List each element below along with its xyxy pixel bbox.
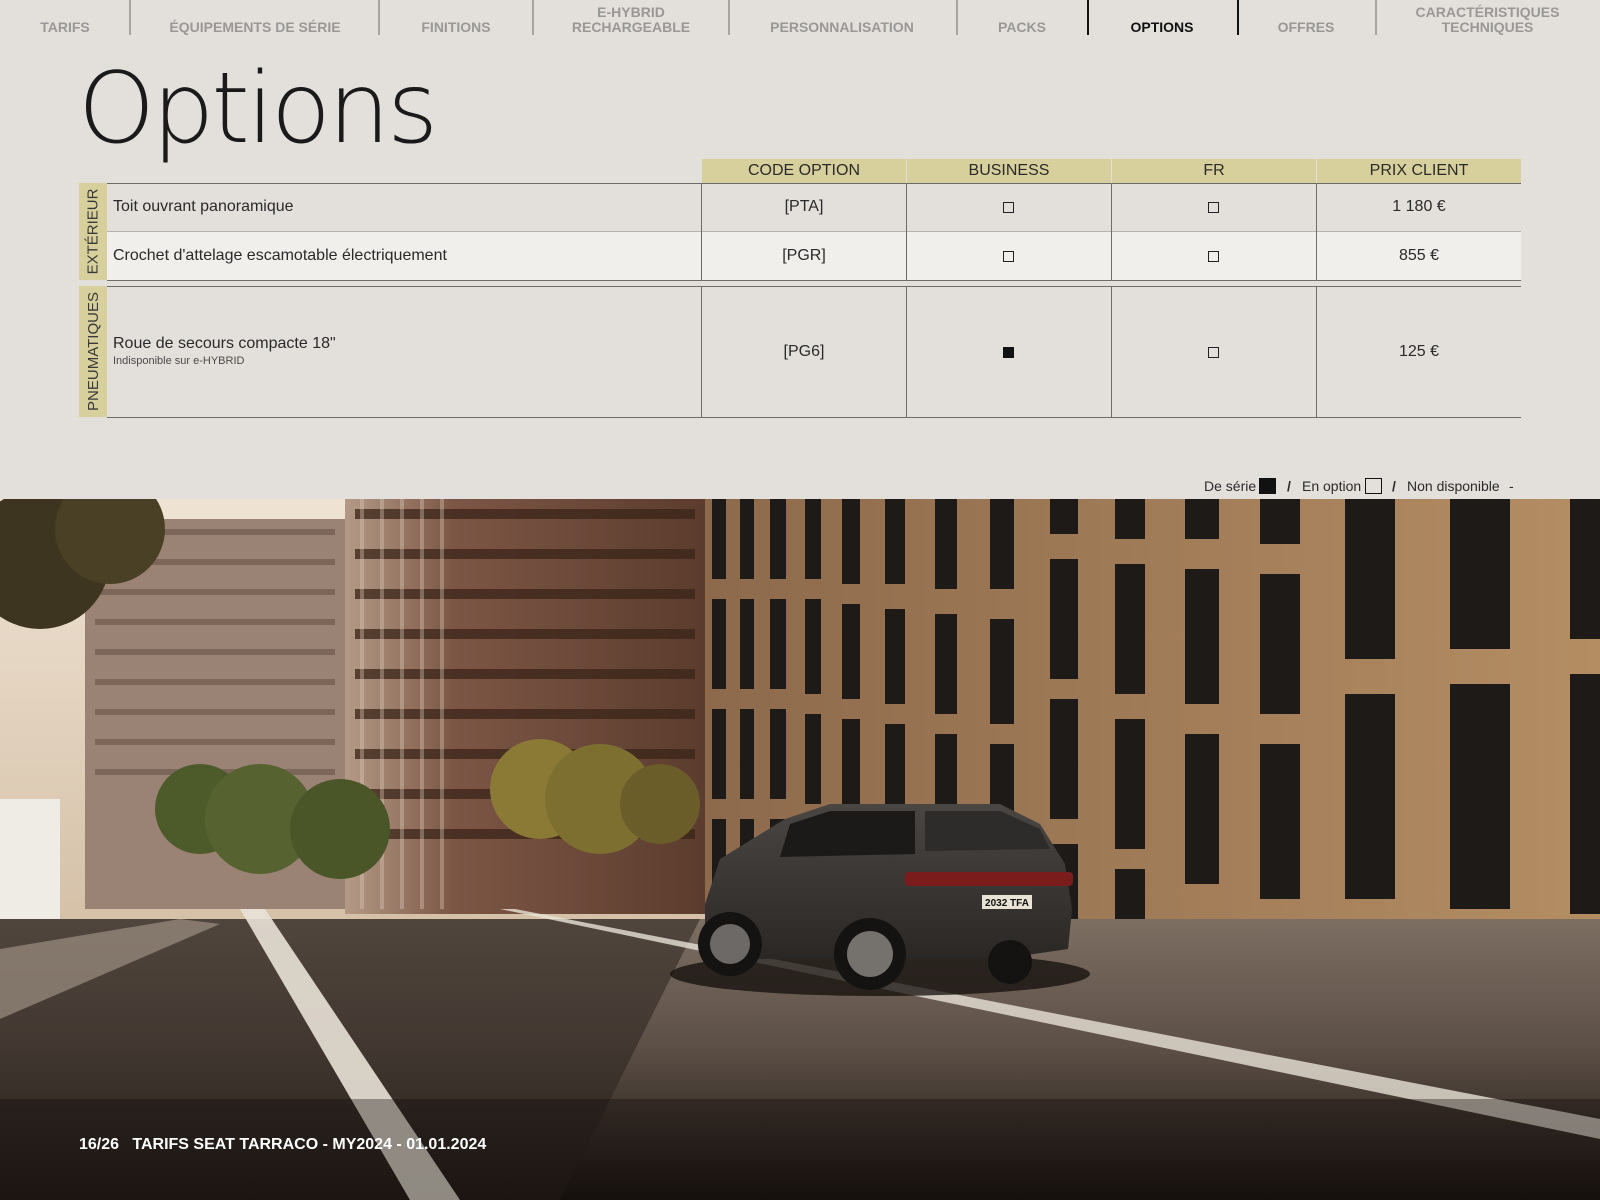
nav-separator — [1375, 0, 1377, 35]
legend-standard: De série — [1204, 478, 1257, 494]
nav-item-tarifs[interactable]: TARIFS — [20, 0, 110, 36]
option-price: 1 180 € — [1392, 198, 1446, 215]
nav-item-label: PACKS — [998, 19, 1046, 35]
option-checkbox-icon — [1208, 202, 1219, 213]
nav-separator — [378, 0, 380, 35]
nav-item-label: FINITIONS — [421, 19, 491, 35]
legend-unavailable-symbol: - — [1509, 478, 1514, 494]
nav-separator — [129, 0, 131, 35]
table-column-rule — [906, 286, 907, 418]
nav-item-label: OFFRES — [1277, 19, 1335, 35]
option-code: [PGR] — [782, 247, 826, 264]
column-header-price: PRIX CLIENT — [1317, 159, 1521, 183]
nav-item-equipements[interactable]: ÉQUIPEMENTS DE SÉRIE — [140, 0, 370, 36]
nav-separator-active — [1237, 0, 1239, 35]
option-checkbox-icon — [1208, 251, 1219, 262]
license-plate-text: 2032 TFA — [985, 898, 1029, 909]
option-checkbox-icon — [1003, 251, 1014, 262]
nav-item-personnalisation[interactable]: PERSONNALISATION — [742, 0, 942, 36]
nav-item-label: ÉQUIPEMENTS DE SÉRIE — [169, 19, 341, 35]
page-title: Options — [78, 52, 438, 166]
option-price: 125 € — [1398, 343, 1440, 360]
nav-item-finitions[interactable]: FINITIONS — [390, 0, 522, 36]
nav-item-caracteristiques[interactable]: CARACTÉRISTIQUES TECHNIQUES — [1385, 0, 1590, 36]
column-header-code: CODE OPTION — [702, 159, 906, 183]
category-tab-exterieur: EXTÉRIEUR — [79, 183, 107, 280]
table-rule — [107, 280, 1521, 281]
category-tab-pneumatiques: PNEUMATIQUES — [79, 286, 107, 417]
nav-item-label: TARIFS — [40, 19, 90, 35]
legend-separator: / — [1392, 478, 1396, 494]
page-footer: 16/26 TARIFS SEAT TARRACO - MY2024 - 01.… — [79, 1136, 486, 1154]
legend-separator: / — [1287, 478, 1291, 494]
nav-item-label: OPTIONS — [1130, 19, 1194, 35]
nav-item-options[interactable]: OPTIONS — [1095, 0, 1229, 36]
legend-option: En option — [1302, 478, 1362, 494]
column-header-business: BUSINESS — [907, 159, 1111, 183]
standard-checkbox-icon — [1003, 347, 1014, 358]
category-label: PNEUMATIQUES — [84, 292, 102, 411]
table-rule — [107, 417, 1521, 418]
nav-item-e-hybrid[interactable]: e-HYBRID RECHARGEABLE — [545, 0, 717, 36]
option-code: [PG6] — [783, 343, 825, 360]
nav-item-label: e-HYBRID RECHARGEABLE — [571, 4, 691, 35]
table-column-rule — [1111, 286, 1112, 418]
table-column-rule — [1111, 183, 1112, 281]
nav-separator — [728, 0, 730, 35]
top-navigation: TARIFS ÉQUIPEMENTS DE SÉRIE FINITIONS e-… — [0, 0, 1600, 36]
nav-item-offres[interactable]: OFFRES — [1246, 0, 1366, 36]
option-label: Toit ouvrant panoramique — [113, 198, 294, 215]
nav-item-label: PERSONNALISATION — [770, 19, 914, 35]
nav-item-label: CARACTÉRISTIQUES TECHNIQUES — [1415, 4, 1560, 35]
document-title: TARIFS SEAT TARRACO - MY2024 - 01.01.202… — [132, 1136, 487, 1153]
nav-separator-active — [1087, 0, 1089, 35]
city-street-scene: 2032 TFA — [0, 499, 1600, 1200]
nav-item-packs[interactable]: PACKS — [965, 0, 1079, 36]
option-label: Roue de secours compacte 18" — [113, 335, 336, 352]
table-rule — [107, 183, 1521, 184]
nav-separator — [956, 0, 958, 35]
option-square-icon — [1365, 478, 1382, 494]
building-middle — [345, 499, 705, 914]
option-checkbox-icon — [1208, 347, 1219, 358]
option-checkbox-icon — [1003, 202, 1014, 213]
table-rule — [107, 231, 1521, 232]
nav-separator — [532, 0, 534, 35]
page-number: 16/26 — [79, 1136, 120, 1153]
table-column-rule — [906, 183, 907, 281]
table-rule — [107, 286, 1521, 287]
legend-unavailable: Non disponible — [1407, 478, 1500, 494]
option-label: Crochet d'attelage escamotable électriqu… — [113, 247, 447, 264]
option-note: Indisponible sur e-HYBRID — [113, 355, 245, 367]
car-photo: 2032 TFA — [0, 499, 1600, 1200]
option-price: 855 € — [1398, 247, 1440, 264]
category-label: EXTÉRIEUR — [84, 188, 102, 275]
option-code: [PTA] — [784, 198, 824, 215]
column-header-fr: FR — [1112, 159, 1316, 183]
standard-square-icon — [1259, 478, 1276, 494]
